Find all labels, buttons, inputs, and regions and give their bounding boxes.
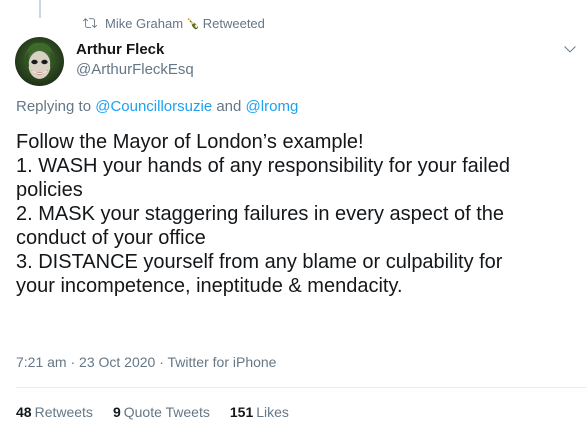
tweet-line: your incompetence, ineptitude & mendacit… — [16, 275, 403, 297]
quote-tweets-count: 9 — [112, 404, 121, 420]
author-handle[interactable]: @ArthurFleckEsq — [76, 60, 194, 79]
tweet-line: policies — [16, 179, 83, 201]
divider — [16, 387, 586, 388]
joker-avatar-image — [23, 42, 56, 79]
engagement-stats: 48 Retweets 9 Quote Tweets 151 Likes — [16, 404, 309, 420]
likes-count: 151 — [229, 404, 254, 420]
separator-dot: · — [159, 354, 164, 370]
retweets-label: Retweets — [34, 404, 93, 420]
tweet-metadata: 7:21 am · 23 Oct 2020 · Twitter for iPho… — [16, 354, 276, 370]
tweet-line: 3. DISTANCE yourself from any blame or c… — [16, 251, 503, 273]
replying-to-line: Replying to @Councillorsuzie and @lromg — [16, 98, 298, 115]
tweet-time[interactable]: 7:21 am — [16, 354, 67, 370]
retweets-count: 48 — [16, 404, 32, 420]
tweet-date[interactable]: 23 Oct 2020 — [79, 354, 155, 370]
retweet-icon — [83, 18, 97, 28]
replying-to-label: Replying to — [16, 98, 92, 115]
author-name[interactable]: Arthur Fleck — [76, 40, 194, 59]
tweet-source[interactable]: Twitter for iPhone — [168, 354, 277, 370]
avatar[interactable] — [15, 37, 64, 86]
likes-stat[interactable]: 151 Likes — [230, 404, 289, 420]
tweet-line: 2. MASK your staggering failures in ever… — [16, 203, 505, 225]
quote-tweets-label: Quote Tweets — [123, 404, 210, 420]
mention-link[interactable]: @Councillorsuzie — [95, 98, 212, 115]
and-label: and — [216, 98, 242, 115]
retweeter-name[interactable]: Mike Graham — [105, 16, 183, 31]
separator-dot: · — [70, 354, 76, 370]
likes-label: Likes — [256, 404, 289, 420]
tweet-line: Follow the Mayor of London’s example! — [16, 131, 364, 153]
retweet-context: Mike Graham 🍾 Retweeted — [83, 14, 265, 32]
thread-line — [39, 0, 41, 18]
mention-link[interactable]: @lromg — [246, 98, 299, 115]
retweeted-label: Retweeted — [202, 15, 265, 31]
tweet-text: Follow the Mayor of London’s example! 1.… — [16, 130, 576, 298]
chevron-down-icon[interactable] — [562, 41, 578, 57]
retweets-stat[interactable]: 48 Retweets — [16, 404, 93, 420]
champagne-bottle-icon: 🍾 — [186, 17, 200, 30]
quote-tweets-stat[interactable]: 9 Quote Tweets — [113, 404, 210, 420]
tweet-author[interactable]: Arthur Fleck @ArthurFleckEsq — [76, 40, 194, 79]
tweet-line: conduct of your office — [16, 227, 206, 249]
tweet-line: 1. WASH your hands of any responsibility… — [16, 155, 510, 177]
